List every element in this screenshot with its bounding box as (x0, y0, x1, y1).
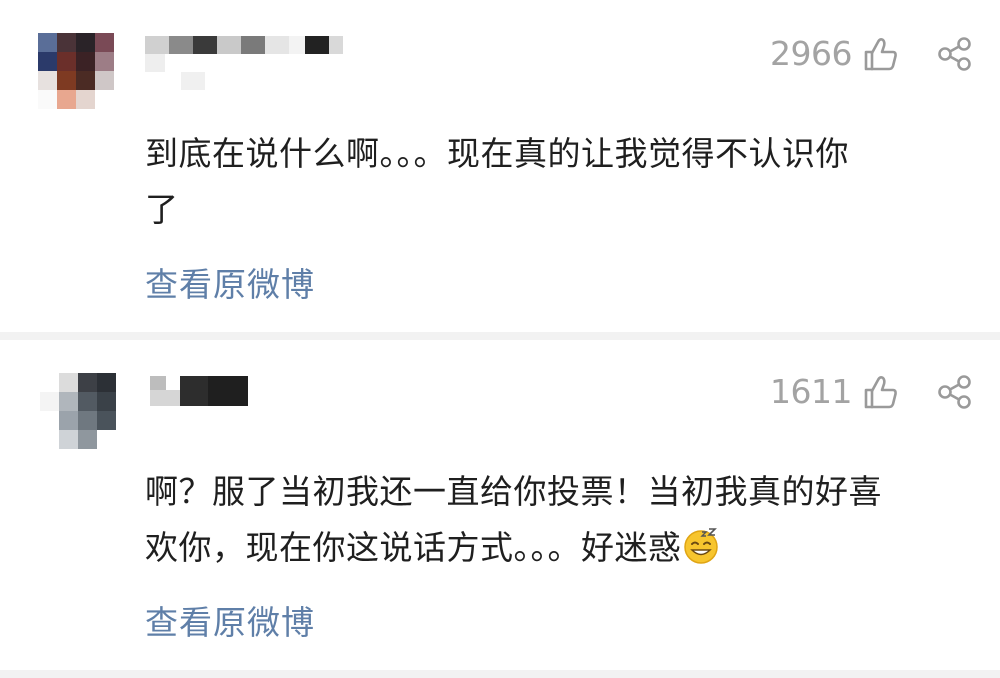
comment-card: 2966 到底在说什么啊。。。现在真的让我觉得不认识你 了 查看原微博 (0, 0, 1000, 332)
share-icon[interactable] (935, 372, 975, 412)
username-blurred[interactable] (145, 32, 345, 90)
comment-text: 啊？服了当初我还一直给你投票！当初我真的好喜 欢你，现在你这说话方式。。。好迷惑 (145, 464, 980, 576)
thumbs-up-icon[interactable] (860, 372, 900, 412)
comment-text: 到底在说什么啊。。。现在真的让我觉得不认识你 了 (145, 126, 980, 238)
comment-card: 1611 啊？服了当初我还一直给你投票！当初我真的好喜 欢你，现在你这说话方式。… (0, 340, 1000, 670)
avatar[interactable] (40, 373, 116, 449)
username-blurred[interactable] (145, 376, 255, 416)
separator (0, 670, 1000, 678)
like-count: 1611 (770, 372, 852, 411)
like-count: 2966 (770, 34, 852, 73)
view-original-weibo-link[interactable]: 查看原微博 (145, 596, 315, 644)
thumbs-up-icon[interactable] (860, 34, 900, 74)
share-icon[interactable] (935, 34, 975, 74)
grinning-sweat-emoji (682, 526, 720, 564)
view-original-weibo-link[interactable]: 查看原微博 (145, 258, 315, 306)
avatar[interactable] (38, 33, 114, 109)
comment-text-line: 了 (145, 190, 179, 229)
separator (0, 332, 1000, 340)
comment-text-line: 到底在说什么啊。。。现在真的让我觉得不认识你 (145, 134, 849, 173)
comment-text-line: 欢你，现在你这说话方式。。。好迷惑 (145, 528, 682, 567)
comment-text-line: 啊？服了当初我还一直给你投票！当初我真的好喜 (145, 472, 882, 511)
